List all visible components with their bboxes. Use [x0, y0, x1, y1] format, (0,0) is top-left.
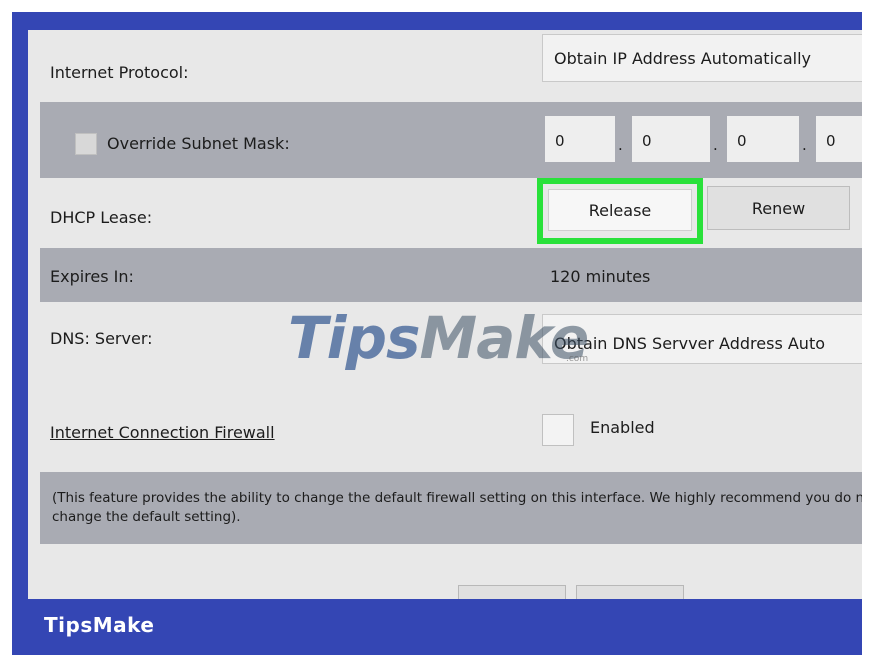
cancel-button[interactable] [576, 585, 684, 599]
ip-mode-select[interactable]: Obtain IP Address Automatically [542, 34, 862, 82]
octet-separator: . [713, 136, 718, 154]
subnet-octet-3-value: 0 [737, 132, 747, 150]
ok-button[interactable] [458, 585, 566, 599]
firewall-link[interactable]: Internet Connection Firewall [50, 423, 275, 442]
octet-separator: . [802, 136, 807, 154]
dhcp-label: DHCP Lease: [50, 208, 153, 227]
ip-label: Internet Protocol: [50, 63, 189, 82]
watermark-com: .com [566, 354, 589, 364]
frame-border-left [12, 12, 28, 602]
subnet-octet-4[interactable]: 0 [816, 116, 862, 162]
expires-value: 120 minutes [550, 267, 651, 286]
expires-label: Expires In: [50, 267, 134, 286]
subnet-octet-3[interactable]: 0 [727, 116, 799, 162]
subnet-octet-1[interactable]: 0 [545, 116, 615, 162]
ip-mode-value: Obtain IP Address Automatically [554, 49, 811, 68]
octet-separator: . [618, 136, 623, 154]
dhcp-row: DHCP Lease: Release Renew [40, 178, 862, 248]
release-highlight-box [537, 178, 703, 244]
override-subnet-label: Override Subnet Mask: [107, 134, 290, 153]
expires-row: Expires In: 120 minutes [40, 248, 862, 302]
subnet-octet-2[interactable]: 0 [632, 116, 710, 162]
image-frame: Internet Protocol: Obtain IP Address Aut… [0, 0, 870, 667]
subnet-row: Override Subnet Mask: 0 . 0 . 0 . 0 [40, 102, 862, 178]
subnet-octet-4-value: 0 [826, 132, 836, 150]
watermark-logo: TipsMake [288, 304, 589, 372]
frame-border-top [12, 12, 862, 30]
subnet-octet-1-value: 0 [555, 132, 565, 150]
firewall-note-row: (This feature provides the ability to ch… [40, 472, 862, 544]
override-subnet-checkbox[interactable] [75, 133, 97, 155]
renew-button[interactable]: Renew [707, 186, 850, 230]
firewall-row: Internet Connection Firewall Enabled [40, 392, 862, 472]
renew-button-label: Renew [751, 199, 806, 218]
dns-label: DNS: Server: [50, 329, 153, 348]
watermark-tips: Tips [288, 304, 420, 372]
subnet-octet-2-value: 0 [642, 132, 652, 150]
firewall-enabled-checkbox[interactable] [542, 414, 574, 446]
ip-row: Internet Protocol: Obtain IP Address Aut… [40, 30, 862, 102]
firewall-note: (This feature provides the ability to ch… [52, 490, 862, 525]
dns-mode-select[interactable]: Obtain DNS Servver Address Auto [542, 314, 862, 364]
dns-mode-value: Obtain DNS Servver Address Auto [554, 334, 826, 353]
firewall-enabled-label: Enabled [590, 418, 655, 437]
watermark-make: Make [419, 304, 589, 372]
brand-name: TipsMake [44, 613, 155, 637]
